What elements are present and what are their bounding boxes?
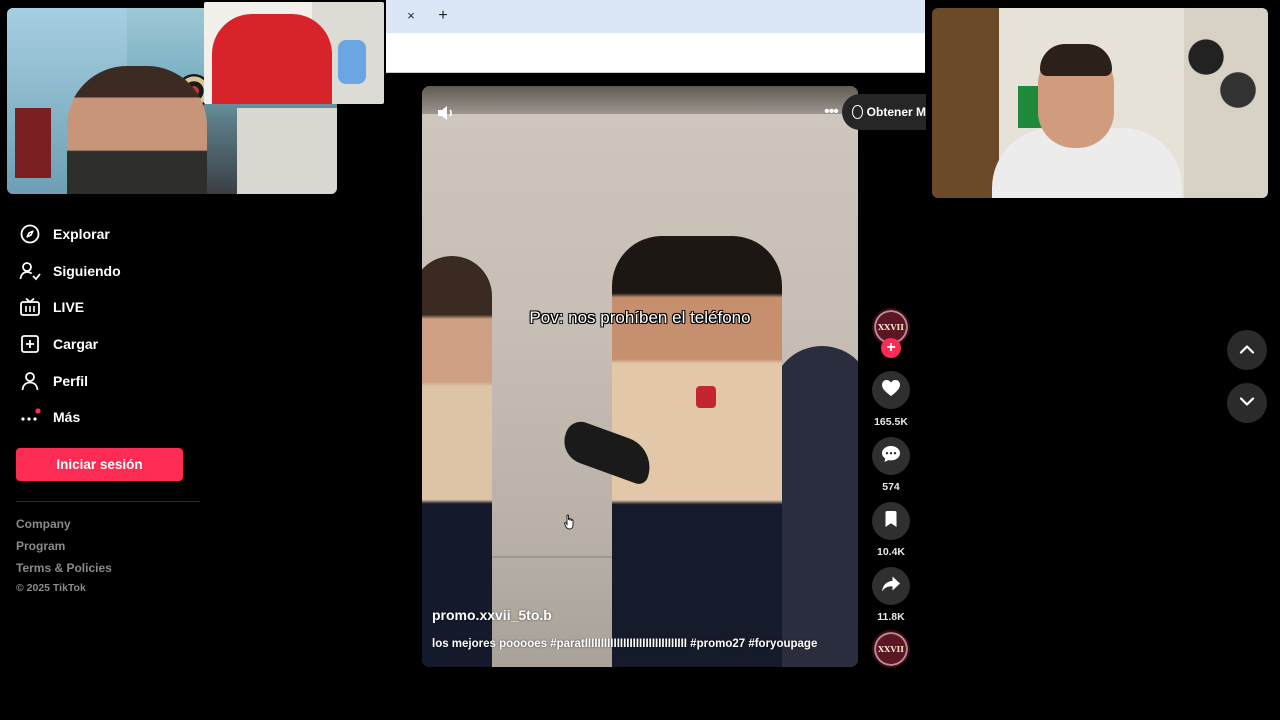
webcam-feed-mini <box>204 2 384 104</box>
footer-link-terms[interactable]: Terms & Policies <box>16 561 112 575</box>
next-video-button[interactable] <box>1227 383 1267 423</box>
copyright-text: © 2025 TikTok <box>16 582 86 594</box>
chevron-up-icon <box>1239 341 1255 359</box>
sound-disc-avatar[interactable]: XXVII <box>872 630 910 668</box>
heart-icon <box>881 379 901 402</box>
webcam-feed-right <box>932 8 1268 198</box>
video-player[interactable] <box>422 86 858 667</box>
like-count: 165.5K <box>874 416 908 428</box>
browser-address-bar[interactable] <box>386 33 925 73</box>
get-app-button[interactable]: Obtener M <box>842 94 926 130</box>
comment-icon <box>881 445 901 468</box>
sidebar-item-siguiendo[interactable]: Siguiendo <box>16 253 206 290</box>
sidebar-item-mas[interactable]: Más <box>16 399 206 436</box>
video-caption: los mejores pooooes #paratIIIIIIIIIIIIII… <box>432 638 818 650</box>
user-icon <box>16 370 44 392</box>
sidebar-item-label: LIVE <box>53 299 85 316</box>
volume-icon[interactable] <box>434 101 460 125</box>
chevron-down-icon <box>1239 394 1255 412</box>
share-count: 11.8K <box>877 611 905 623</box>
plus-square-icon <box>16 333 44 355</box>
like-button[interactable] <box>872 371 910 409</box>
comment-button[interactable] <box>872 437 910 475</box>
new-tab-icon[interactable]: + <box>434 6 452 26</box>
save-button[interactable] <box>872 502 910 540</box>
save-count: 10.4K <box>876 546 906 558</box>
browser-tab-strip <box>386 0 925 33</box>
previous-video-button[interactable] <box>1227 330 1267 370</box>
sidebar-item-label: Explorar <box>53 226 110 243</box>
mouse-pointer-icon <box>564 514 576 530</box>
login-button[interactable]: Iniciar sesión <box>16 448 183 481</box>
get-app-label: Obtener M <box>866 105 926 119</box>
live-tv-icon <box>16 296 44 318</box>
video-author[interactable]: promo.xxvii_5to.b <box>432 607 552 623</box>
avatar-text: XXVII <box>877 322 905 332</box>
share-icon <box>881 575 901 598</box>
sidebar-item-perfil[interactable]: Perfil <box>16 362 206 399</box>
sidebar-divider <box>16 501 200 502</box>
follow-button[interactable]: + <box>881 338 901 358</box>
footer-link-company[interactable]: Company <box>16 517 71 531</box>
sidebar-item-label: Siguiendo <box>53 262 121 279</box>
footer-link-program[interactable]: Program <box>16 539 65 553</box>
app-icon <box>852 105 863 119</box>
sidebar-item-cargar[interactable]: Cargar <box>16 326 206 363</box>
sidebar-item-explorar[interactable]: Explorar <box>16 216 206 253</box>
compass-icon <box>16 223 44 245</box>
bookmark-icon <box>884 510 898 533</box>
comment-count: 574 <box>882 481 900 493</box>
sidebar-nav: Explorar Siguiendo LIVE Cargar Perfil Má… <box>16 216 206 436</box>
avatar-text: XXVII <box>877 644 905 654</box>
sidebar-item-label: Cargar <box>53 336 99 353</box>
sidebar-item-label: Perfil <box>53 372 89 389</box>
user-follow-icon <box>16 260 44 282</box>
sidebar-item-label: Más <box>53 409 81 426</box>
video-overlay-text: Pov: nos prohíben el teléfono <box>529 308 751 327</box>
video-more-options-icon[interactable]: ••• <box>820 100 842 124</box>
tab-close-icon[interactable]: × <box>402 6 420 26</box>
more-dots-icon <box>16 406 44 428</box>
sidebar-item-live[interactable]: LIVE <box>16 289 206 326</box>
share-button[interactable] <box>872 567 910 605</box>
